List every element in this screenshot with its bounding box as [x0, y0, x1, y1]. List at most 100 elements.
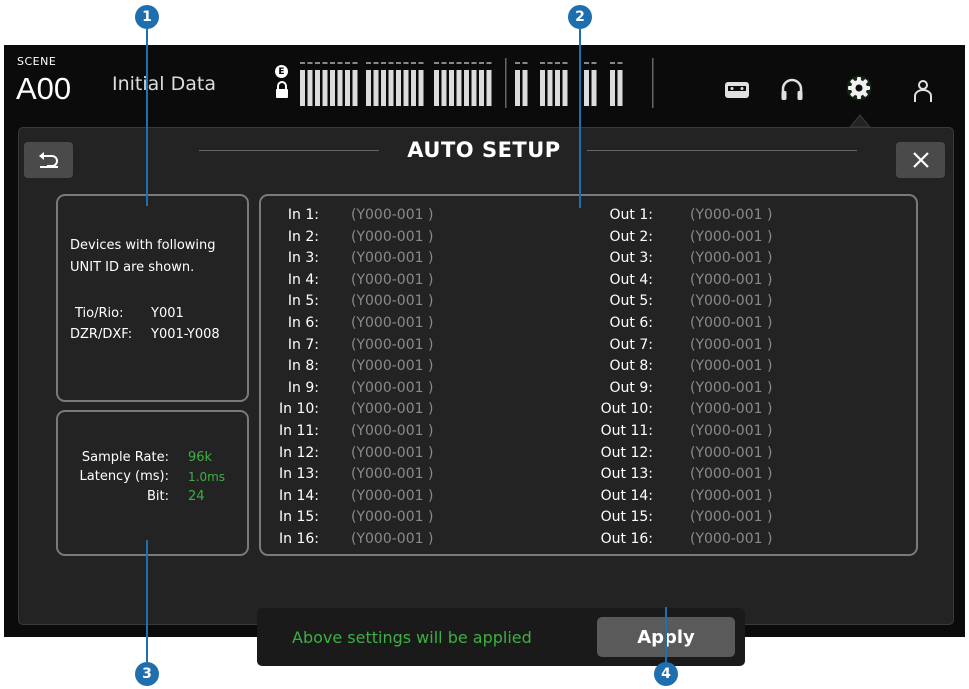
input-label: In 6: [287, 315, 319, 331]
output-label: Out 10: [600, 401, 653, 418]
output-unit-value: (Y000-001 ) [690, 207, 773, 223]
level-meters[interactable] [300, 58, 655, 108]
output-label: Out 5: [609, 293, 653, 310]
output-unit-value: (Y000-001 ) [690, 487, 773, 504]
input-unit-value: (Y000-001 ) [351, 358, 434, 375]
gear-icon[interactable] [846, 75, 872, 101]
auto-setup-dialog: AUTO SETUP Devices with following UNIT I… [18, 127, 954, 666]
output-unit-value: (Y000-001 ) [690, 293, 773, 310]
output-label: Out 11: [600, 423, 653, 439]
dzr-dxf-value: Y001-Y008 [151, 327, 220, 342]
input-unit-value: (Y000-001 ) [351, 207, 434, 223]
output-unit-value: (Y000-001 ) [690, 250, 773, 267]
device-screen: SCENE A00 Initial Data E AUTO SETUP Devi… [4, 45, 965, 666]
input-label: In 9: [287, 379, 319, 396]
callout-3: 3 [135, 662, 159, 686]
recorder-icon[interactable] [724, 77, 750, 103]
output-unit-value: (Y000-001 ) [690, 444, 773, 461]
audio-format-panel: Sample Rate: 96k Latency (ms): 1.0ms Bit… [56, 410, 249, 556]
input-label: In 2: [287, 228, 319, 245]
input-unit-value: (Y000-001 ) [351, 336, 434, 353]
output-unit-value: (Y000-001 ) [690, 315, 773, 331]
input-label: In 12: [279, 444, 319, 461]
callout-1: 1 [135, 5, 159, 29]
sample-rate-value: 96k [188, 450, 213, 465]
close-button[interactable] [896, 142, 945, 178]
callout-3-leader [146, 540, 148, 662]
input-unit-value: (Y000-001 ) [351, 401, 434, 418]
callout-4: 4 [654, 662, 678, 686]
callout-4-leader [665, 607, 667, 662]
input-unit-value: (Y000-001 ) [351, 228, 434, 245]
dzr-dxf-label: DZR/DXF: [70, 327, 133, 342]
callout-1-leader [146, 29, 148, 206]
back-arrow-icon [38, 152, 58, 168]
input-unit-value: (Y000-001 ) [351, 466, 434, 483]
input-label: In 15: [279, 509, 319, 526]
input-label: In 14: [279, 487, 319, 504]
output-unit-value: (Y000-001 ) [690, 358, 773, 375]
sample-rate-label: Sample Rate: [81, 450, 169, 465]
scene-title[interactable]: Initial Data [112, 73, 216, 95]
input-label: In 8: [287, 358, 319, 375]
user-icon[interactable] [910, 77, 936, 103]
active-tab-pointer [850, 114, 870, 127]
back-button[interactable] [24, 142, 73, 178]
bit-value: 24 [188, 489, 205, 504]
input-unit-value: (Y000-001 ) [351, 271, 434, 288]
input-unit-value: (Y000-001 ) [351, 293, 434, 310]
input-unit-value: (Y000-001 ) [351, 423, 434, 439]
output-unit-value: (Y000-001 ) [690, 401, 773, 418]
input-unit-value: (Y000-001 ) [351, 379, 434, 396]
output-label: Out 6: [609, 315, 653, 331]
input-label: In 3: [287, 250, 319, 267]
output-label: Out 16: [600, 531, 653, 547]
output-unit-value: (Y000-001 ) [690, 228, 773, 245]
output-unit-value: (Y000-001 ) [690, 509, 773, 526]
input-unit-value: (Y000-001 ) [351, 250, 434, 267]
headphones-icon[interactable] [779, 77, 805, 103]
title-divider-left [199, 150, 379, 151]
device-info-panel: Devices with following UNIT ID are shown… [56, 194, 249, 402]
tio-rio-value: Y001 [151, 306, 184, 321]
output-label: Out 14: [600, 487, 653, 504]
title-divider-right [587, 150, 857, 151]
output-label: Out 4: [609, 271, 653, 288]
output-label: Out 2: [609, 228, 653, 245]
output-label: Out 3: [609, 250, 653, 267]
input-label: In 7: [287, 336, 319, 353]
output-label: Out 1: [609, 207, 653, 223]
output-unit-value: (Y000-001 ) [690, 466, 773, 483]
apply-message: Above settings will be applied [292, 628, 532, 647]
callout-2: 2 [568, 5, 592, 29]
input-label: In 10: [279, 401, 319, 418]
output-unit-value: (Y000-001 ) [690, 379, 773, 396]
input-unit-value: (Y000-001 ) [351, 315, 434, 331]
input-label: In 11: [279, 423, 319, 439]
output-label: Out 15: [600, 509, 653, 526]
latency-value: 1.0ms [188, 470, 226, 484]
input-unit-value: (Y000-001 ) [351, 444, 434, 461]
input-label: In 4: [287, 271, 319, 288]
output-unit-value: (Y000-001 ) [690, 271, 773, 288]
input-unit-value: (Y000-001 ) [351, 487, 434, 504]
input-label: In 13: [279, 466, 319, 483]
output-unit-value: (Y000-001 ) [690, 423, 773, 439]
input-label: In 5: [287, 293, 319, 310]
output-label: Out 9: [609, 379, 653, 396]
input-label: In 1: [287, 207, 319, 223]
device-info-line2: UNIT ID are shown. [70, 260, 195, 275]
latency-label: Latency (ms): [79, 469, 169, 484]
output-label: Out 13: [600, 466, 653, 483]
tio-rio-label: Tio/Rio: [75, 306, 124, 321]
apply-bar: Above settings will be applied Apply [257, 608, 745, 666]
input-unit-value: (Y000-001 ) [351, 509, 434, 526]
dialog-title: AUTO SETUP [407, 138, 561, 162]
input-unit-value: (Y000-001 ) [351, 531, 434, 547]
input-label: In 16: [279, 531, 319, 547]
io-assignment-panel: In 1: (Y000-001 ) In 2: (Y000-001 ) In 3: (Y0… [259, 194, 918, 556]
scene-number[interactable]: A00 [16, 71, 71, 107]
output-unit-value: (Y000-001 ) [690, 531, 773, 547]
lock-icon[interactable] [275, 81, 289, 99]
scene-label: SCENE [17, 55, 57, 68]
